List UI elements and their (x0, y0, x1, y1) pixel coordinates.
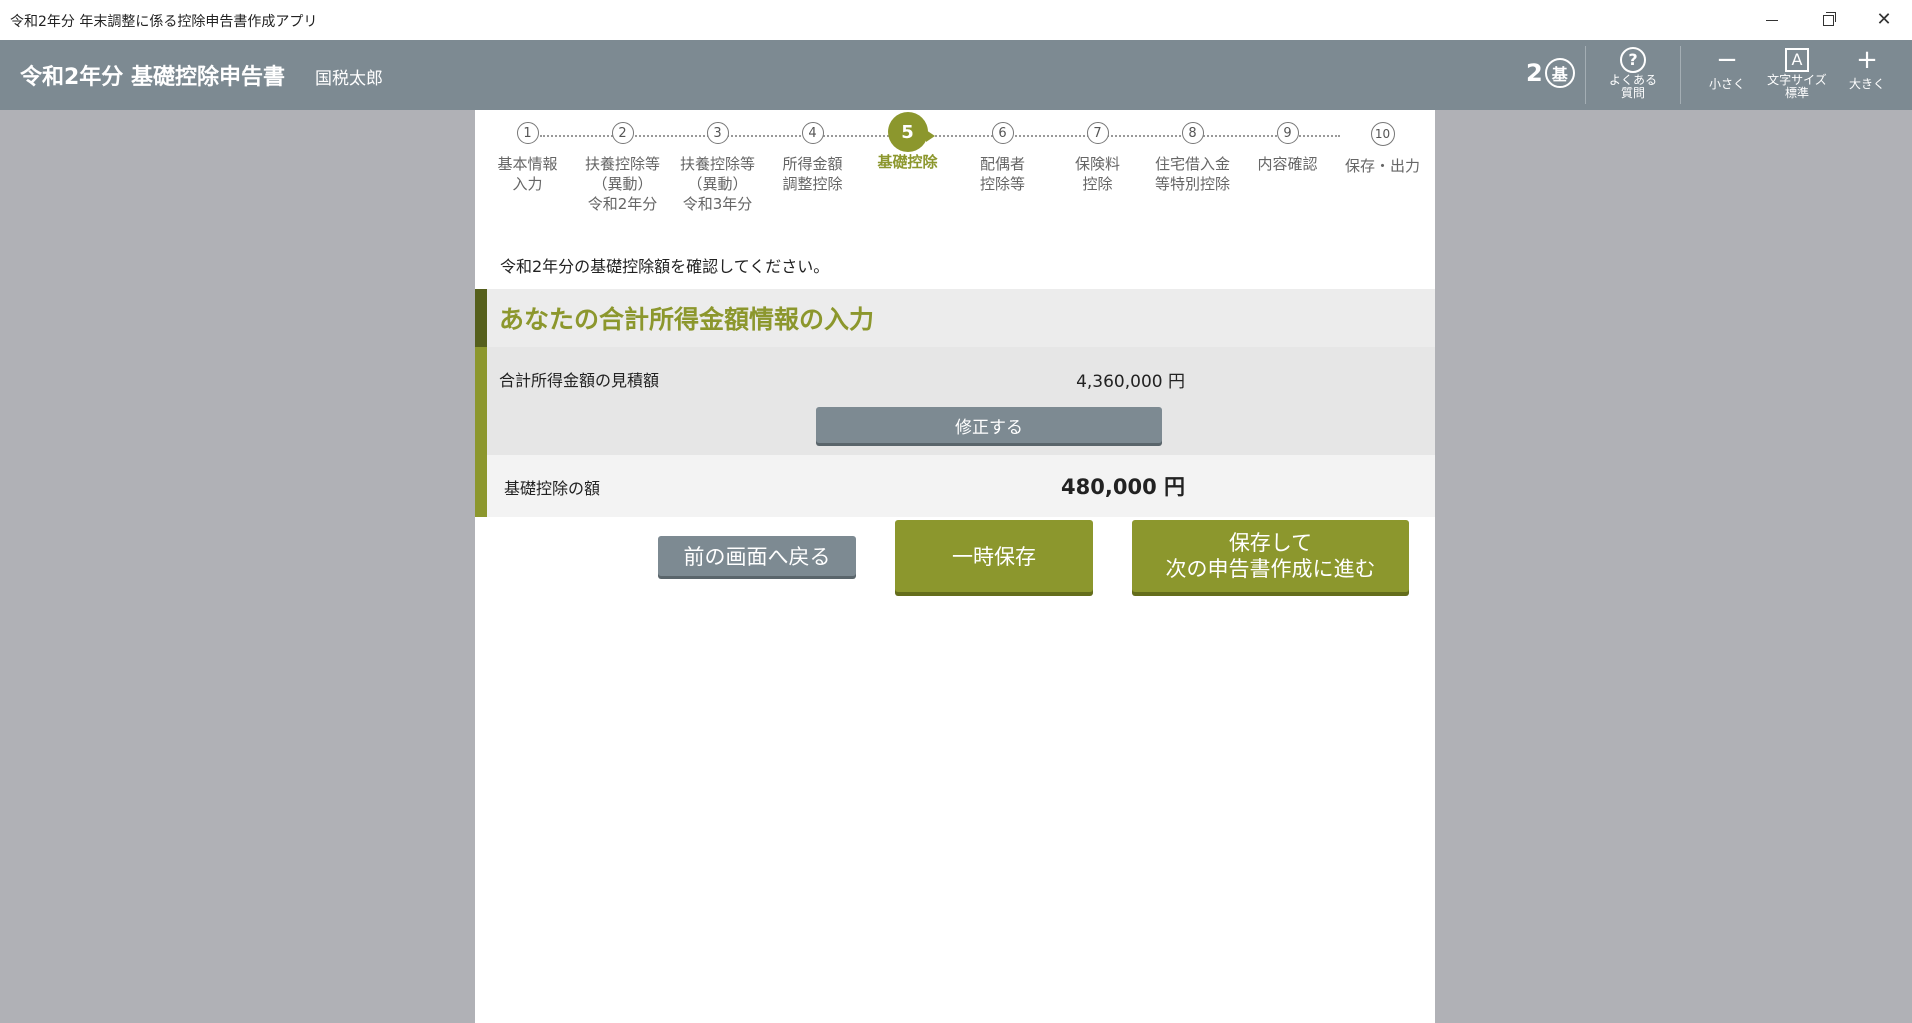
income-section: あなたの合計所得金額情報の入力 合計所得金額の見積額 4,360,000 円 修… (475, 289, 1435, 517)
step-7[interactable]: 7 保険料 控除 (1050, 122, 1145, 194)
restore-button[interactable] (1800, 0, 1856, 40)
income-estimate-label: 合計所得金額の見積額 (499, 371, 660, 390)
section-header: あなたの合計所得金額情報の入力 (487, 289, 1435, 347)
close-button[interactable]: ✕ (1856, 0, 1912, 40)
back-button[interactable]: 前の画面へ戻る (658, 536, 856, 576)
step-number: 4 (801, 122, 824, 144)
faq-button[interactable]: ? よくある 質問 (1598, 46, 1668, 104)
step-label: 保険料 控除 (1074, 155, 1120, 193)
smaller-label: 小さく (1708, 77, 1745, 91)
step-label: 基本情報 入力 (497, 155, 558, 193)
app-header: 令和2年分 基礎控除申告書 国税太郎 2 基 ? よくある 質問 − 小さく A… (0, 40, 1912, 110)
step-number: 7 (1086, 122, 1109, 144)
basic-deduction-label: 基礎控除の額 (504, 479, 601, 498)
progress-stepper: 1 基本情報 入力 2 扶養控除等 （異動） 令和2年分 3 扶養控除等 （異動） 令和3… (475, 110, 1435, 230)
save-and-next-label-2: 次の申告書作成に進む (1165, 557, 1376, 581)
step-number: 3 (706, 122, 729, 144)
window-title: 令和2年分 年末調整に係る控除申告書作成アプリ (10, 14, 318, 30)
form-badge: 2 基 (1526, 58, 1575, 88)
form-badge-number: 2 (1526, 59, 1543, 87)
step-label: 所得金額 調整控除 (782, 155, 843, 193)
save-and-next-label-1: 保存して (1228, 531, 1313, 555)
page-title: 令和2年分 基礎控除申告書 (20, 65, 285, 90)
edit-button[interactable]: 修正する (816, 407, 1162, 443)
step-label: 住宅借入金 等特別控除 (1154, 155, 1230, 193)
user-name: 国税太郎 (315, 69, 383, 89)
step-8[interactable]: 8 住宅借入金 等特別控除 (1145, 122, 1240, 194)
font-size-label-2: 標準 (1784, 86, 1809, 100)
window-titlebar: 令和2年分 年末調整に係る控除申告書作成アプリ ✕ (0, 0, 1912, 41)
step-label: 扶養控除等 （異動） 令和3年分 (679, 155, 755, 213)
minimize-button[interactable] (1744, 0, 1800, 40)
restore-icon (1822, 11, 1836, 26)
step-number: 9 (1276, 122, 1299, 144)
step-3[interactable]: 3 扶養控除等 （異動） 令和3年分 (670, 122, 765, 214)
instruction-text: 令和2年分の基礎控除額を確認してください。 (500, 257, 830, 276)
font-larger-button[interactable]: + 大きく (1832, 46, 1902, 104)
current-step-arrow-icon (926, 130, 935, 142)
minus-icon: − (1716, 45, 1738, 75)
step-10[interactable]: 10 保存・出力 (1335, 122, 1430, 176)
form-badge-icon: 基 (1544, 58, 1575, 88)
plus-icon: + (1856, 45, 1878, 75)
close-icon: ✕ (1876, 9, 1892, 30)
step-5-current: 5 基礎控除 (860, 112, 955, 172)
step-number: 2 (611, 122, 634, 144)
step-2[interactable]: 2 扶養控除等 （異動） 令和2年分 (575, 122, 670, 214)
header-divider (1585, 46, 1586, 104)
step-1[interactable]: 1 基本情報 入力 (480, 122, 575, 194)
font-size-icon: A (1785, 48, 1809, 72)
question-icon: ? (1620, 47, 1646, 73)
step-label: 配偶者 控除等 (979, 155, 1025, 193)
income-estimate-row: 合計所得金額の見積額 4,360,000 円 修正する (487, 347, 1435, 455)
income-estimate-value: 4,360,000 円 (1076, 372, 1185, 392)
step-label: 扶養控除等 （異動） 令和2年分 (584, 155, 660, 213)
section-accent-bar (475, 289, 487, 517)
step-label: 内容確認 (1257, 155, 1318, 173)
step-label: 基礎控除 (877, 153, 938, 171)
font-smaller-button[interactable]: − 小さく (1692, 46, 1762, 104)
minimize-icon (1766, 19, 1778, 21)
temp-save-button[interactable]: 一時保存 (895, 520, 1093, 592)
section-title: あなたの合計所得金額情報の入力 (499, 305, 875, 334)
step-number: 8 (1181, 122, 1204, 144)
faq-label-2: 質問 (1620, 86, 1645, 100)
step-label: 保存・出力 (1344, 157, 1420, 175)
header-divider (1680, 46, 1681, 104)
save-and-next-button[interactable]: 保存して 次の申告書作成に進む (1132, 520, 1409, 592)
step-number: 6 (991, 122, 1014, 144)
step-number: 10 (1370, 122, 1395, 146)
main-panel: 1 基本情報 入力 2 扶養控除等 （異動） 令和2年分 3 扶養控除等 （異動） 令和3… (475, 110, 1435, 1023)
basic-deduction-row: 基礎控除の額 480,000 円 (487, 455, 1435, 517)
larger-label: 大きく (1848, 77, 1885, 91)
step-9[interactable]: 9 内容確認 (1240, 122, 1335, 174)
step-6[interactable]: 6 配偶者 控除等 (955, 122, 1050, 194)
step-4[interactable]: 4 所得金額 調整控除 (765, 122, 860, 194)
basic-deduction-value: 480,000 円 (1061, 475, 1185, 499)
step-number: 1 (516, 122, 539, 144)
font-size-reset-button[interactable]: A 文字サイズ 標準 (1762, 46, 1832, 104)
step-number: 5 (887, 112, 928, 152)
